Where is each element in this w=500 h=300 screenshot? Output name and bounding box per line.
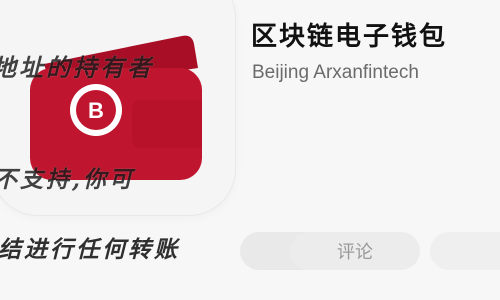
caption-line-3: 结进行任何转账 — [0, 236, 180, 263]
caption-line-1: 地址的持有者 — [0, 53, 154, 82]
coin-symbol: B — [88, 98, 104, 123]
wallet-clasp — [132, 100, 202, 148]
review-button-label: 评论 — [337, 242, 373, 263]
app-store-listing: B 区块链电子钱包 Beijing Arxanfintech 评论 地址的持有者… — [0, 0, 500, 300]
app-developer[interactable]: Beijing Arxanfintech — [252, 62, 419, 84]
app-title: 区块链电子钱包 — [251, 22, 448, 52]
caption-line-2: 不支持,你可 — [0, 166, 136, 193]
share-button[interactable] — [430, 232, 500, 270]
review-button[interactable]: 评论 — [290, 232, 420, 270]
